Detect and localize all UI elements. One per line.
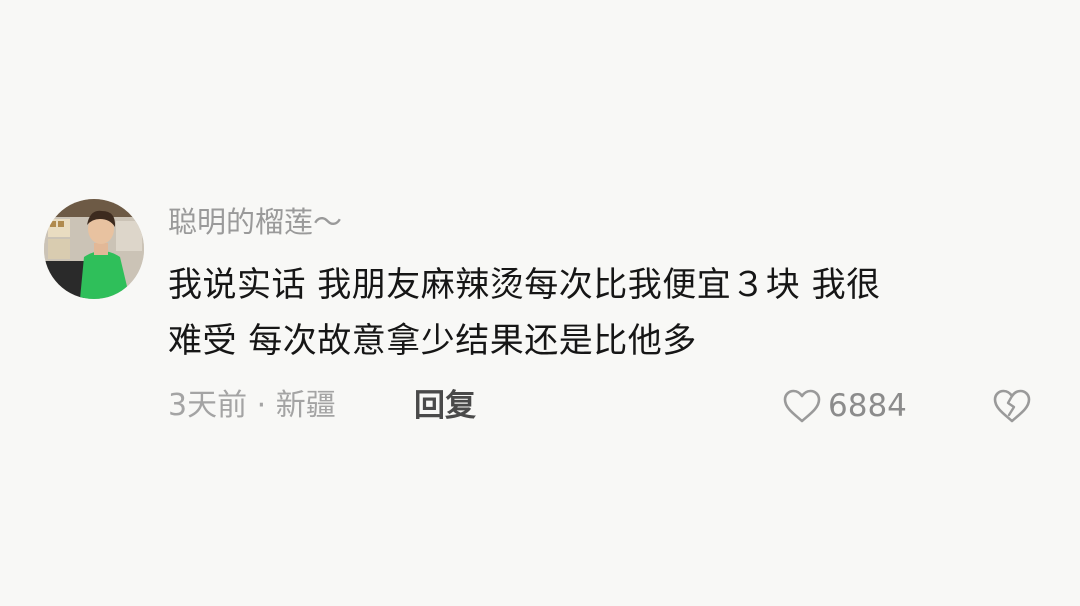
avatar[interactable] bbox=[44, 199, 144, 299]
comment-text-line: 难受 每次故意拿少结果还是比他多 bbox=[168, 321, 697, 361]
dislike-button[interactable] bbox=[992, 387, 1032, 425]
reply-button[interactable]: 回复 bbox=[414, 384, 476, 428]
like-button[interactable]: 6884 bbox=[782, 384, 907, 428]
comment-meta: 3天前 · 新疆 bbox=[168, 384, 336, 428]
avatar-image bbox=[44, 199, 144, 299]
comment-time: 3天前 bbox=[168, 388, 248, 423]
heart-outline-icon bbox=[783, 389, 821, 423]
comment-text: 我说实话 我朋友麻辣烫每次比我便宜３块 我很 难受 每次故意拿少结果还是比他多 bbox=[168, 257, 1038, 369]
username[interactable]: 聪明的榴莲～ bbox=[168, 200, 342, 244]
broken-heart-icon bbox=[993, 389, 1031, 423]
meta-separator: · bbox=[256, 388, 267, 423]
like-count: 6884 bbox=[828, 388, 907, 424]
comment-item: 聪明的榴莲～ 我说实话 我朋友麻辣烫每次比我便宜３块 我很 难受 每次故意拿少结… bbox=[0, 0, 1080, 606]
comment-location: 新疆 bbox=[275, 388, 336, 423]
comment-text-line: 我说实话 我朋友麻辣烫每次比我便宜３块 我很 bbox=[168, 265, 881, 305]
